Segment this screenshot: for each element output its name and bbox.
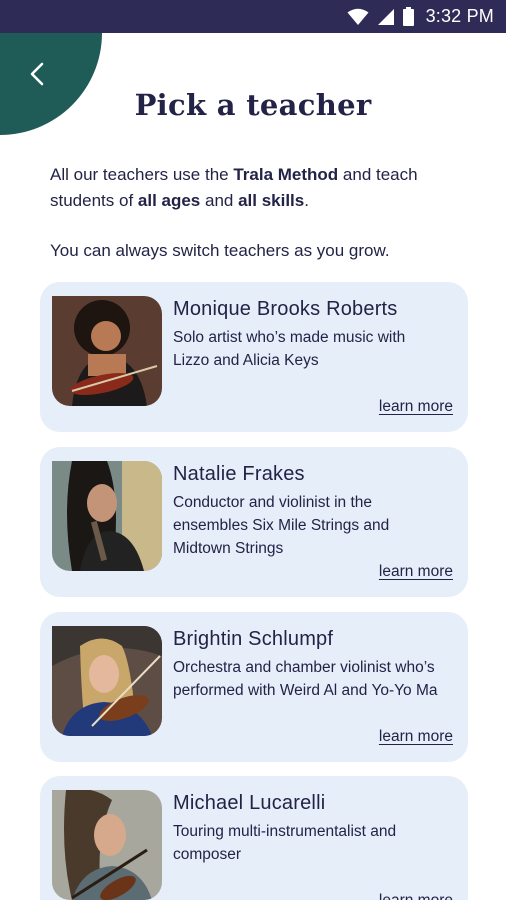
teacher-card[interactable]: Brightin Schlumpf Orchestra and chamber … bbox=[40, 612, 468, 762]
intro-text: All our teachers use the Trala Method an… bbox=[50, 165, 418, 210]
teacher-photo bbox=[52, 626, 162, 736]
status-time: 3:32 PM bbox=[425, 6, 494, 26]
teacher-card[interactable]: Monique Brooks Roberts Solo artist who’s… bbox=[40, 282, 468, 432]
teacher-card[interactable]: Natalie Frakes Conductor and violinist i… bbox=[40, 447, 468, 597]
status-bar: 3:32 PM bbox=[0, 0, 506, 33]
learn-more-link[interactable]: learn more bbox=[379, 892, 453, 900]
wifi-icon bbox=[347, 8, 369, 25]
teacher-photo bbox=[52, 790, 162, 900]
teacher-name: Monique Brooks Roberts bbox=[173, 298, 398, 320]
page-title: Pick a teacher bbox=[134, 88, 372, 122]
learn-more-link[interactable]: learn more bbox=[379, 398, 453, 416]
teacher-bio: Touring multi-instrumentalist and compos… bbox=[173, 823, 397, 863]
cell-signal-icon bbox=[377, 8, 394, 25]
teacher-bio: Orchestra and chamber violinist who’s pe… bbox=[173, 659, 438, 699]
teacher-photo bbox=[52, 461, 162, 571]
teacher-name: Michael Lucarelli bbox=[173, 792, 326, 814]
teacher-card[interactable]: Michael Lucarelli Touring multi-instrume… bbox=[40, 776, 468, 900]
back-button[interactable] bbox=[24, 59, 54, 89]
battery-icon bbox=[402, 7, 414, 26]
teacher-name: Natalie Frakes bbox=[173, 463, 305, 485]
teacher-bio: Conductor and violinist in the ensembles… bbox=[173, 494, 390, 557]
learn-more-link[interactable]: learn more bbox=[379, 563, 453, 581]
chevron-left-icon bbox=[30, 62, 44, 86]
teacher-name: Brightin Schlumpf bbox=[173, 628, 334, 650]
teacher-bio: Solo artist who’s made music with Lizzo … bbox=[173, 329, 406, 369]
learn-more-link[interactable]: learn more bbox=[379, 728, 453, 746]
teacher-photo bbox=[52, 296, 162, 406]
switch-teachers-text: You can always switch teachers as you gr… bbox=[50, 241, 390, 260]
